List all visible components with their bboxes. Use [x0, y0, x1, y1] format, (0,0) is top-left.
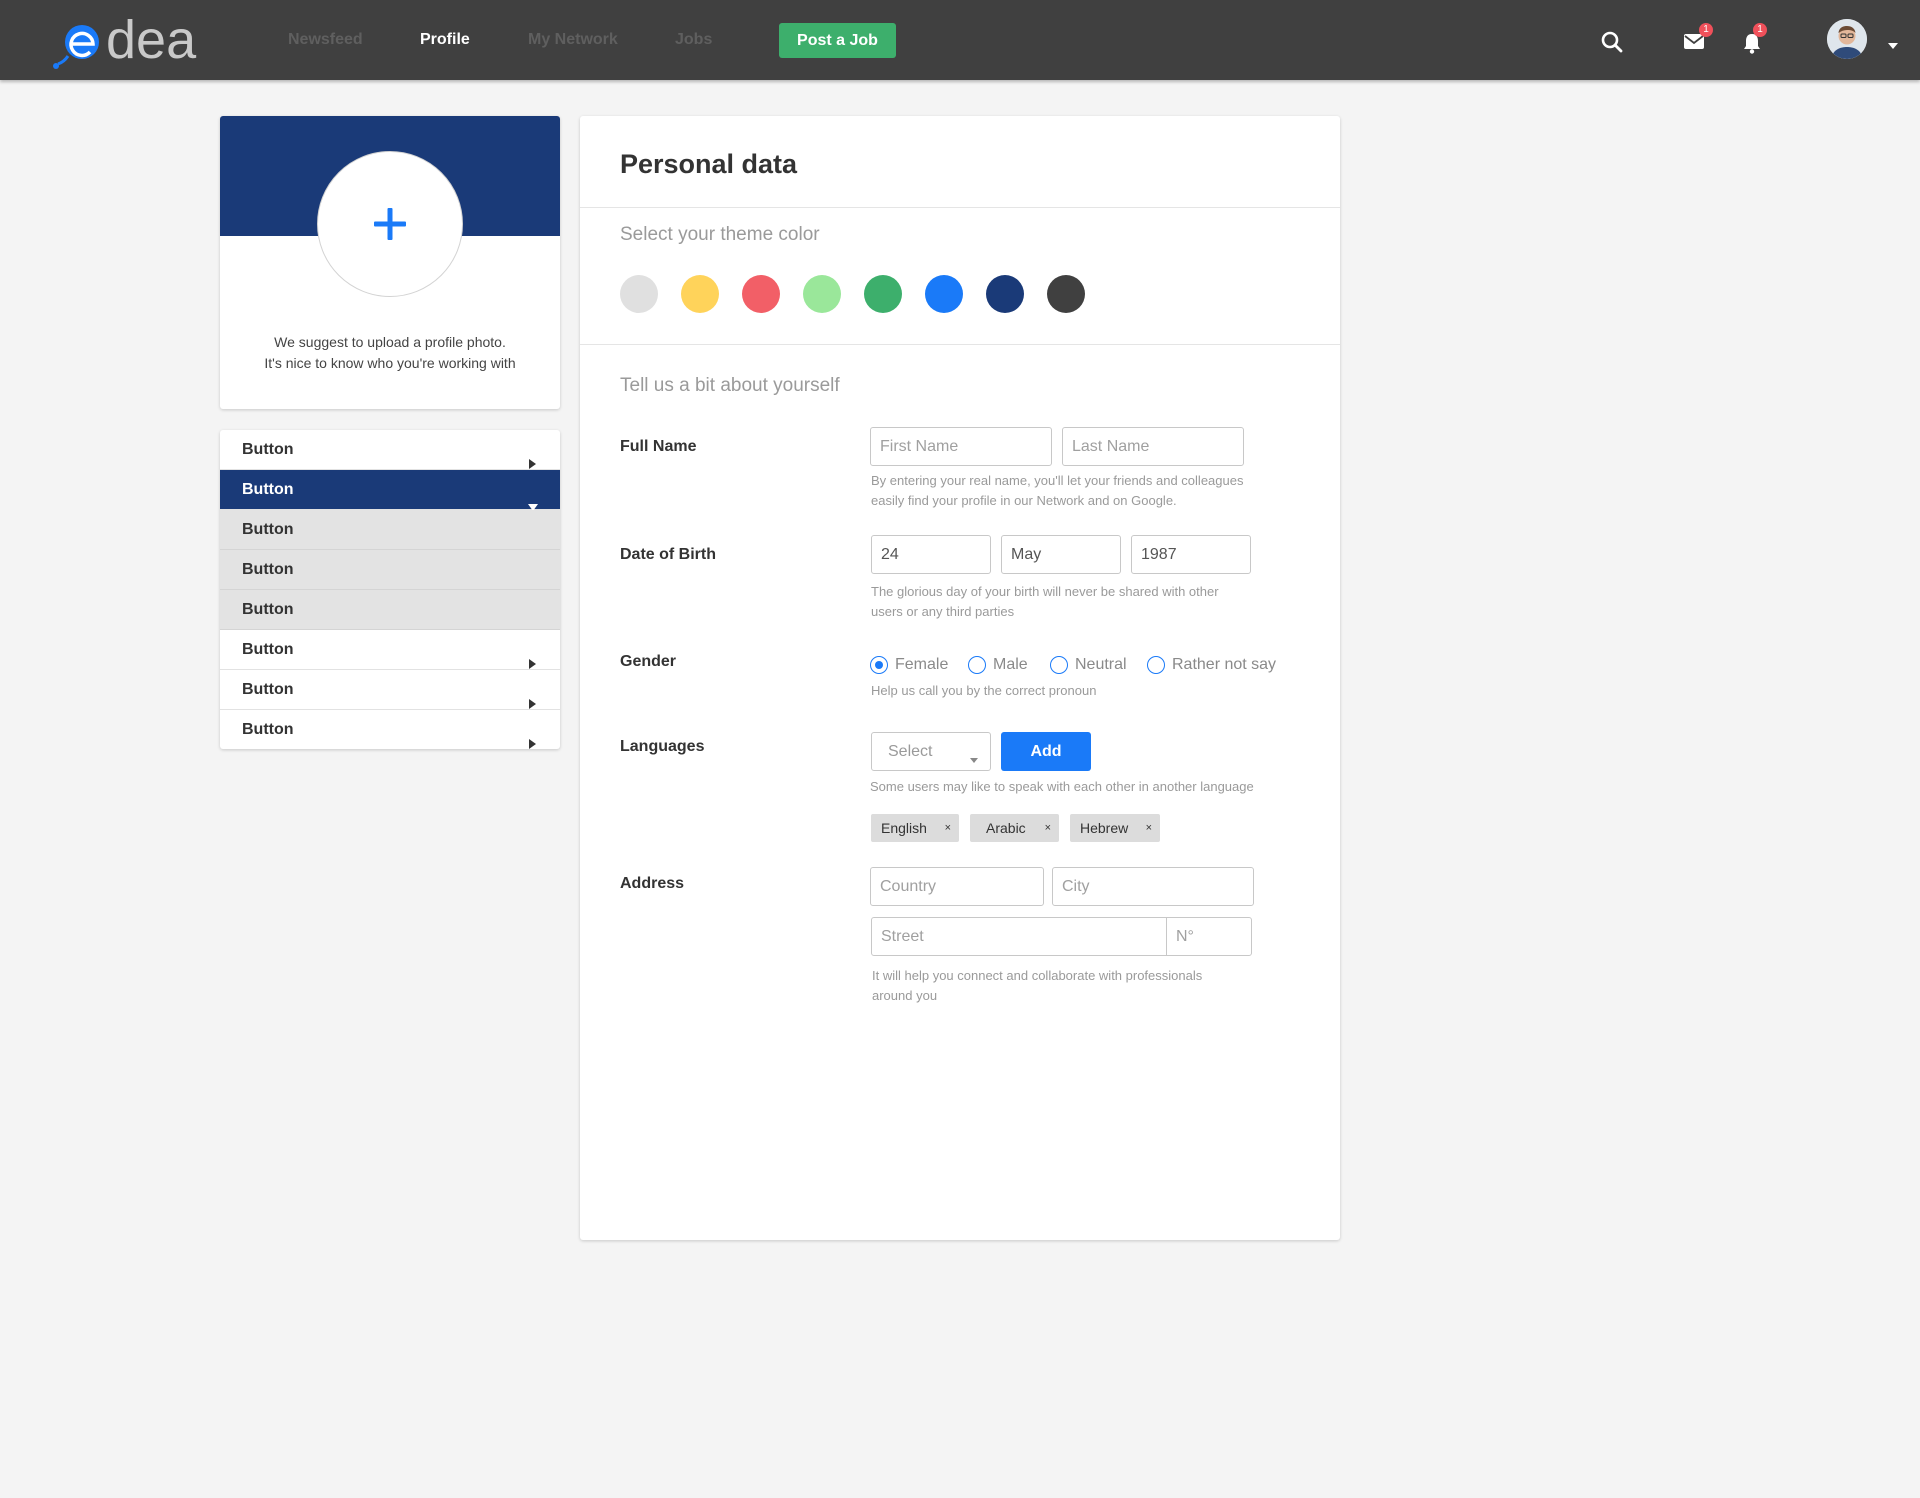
address-help-line-1: It will help you connect and collaborate… [872, 968, 1203, 983]
radio-icon [1050, 656, 1068, 674]
radio-dot [875, 661, 883, 669]
radio-label: Male [993, 656, 1028, 673]
edea-logo[interactable]: dea [52, 10, 222, 72]
about-section-title: Tell us a bit about yourself [620, 375, 840, 396]
profile-photo-card: We suggest to upload a profile photo. It… [220, 116, 560, 409]
radio-label: Rather not say [1172, 656, 1277, 673]
menu-item[interactable]: Button [220, 670, 560, 710]
menu-item-label: Button [242, 641, 294, 658]
page-title: Personal data [620, 149, 798, 179]
menu-item-label: Button [242, 481, 294, 498]
menu-item-label: Button [242, 601, 294, 618]
languages-label: Languages [620, 738, 705, 755]
user-avatar[interactable] [1827, 19, 1867, 59]
address-help-line-2: around you [872, 988, 938, 1003]
last-name-input[interactable] [1062, 427, 1244, 466]
side-menu: Button Button Button Button Button Butto… [220, 430, 560, 749]
radio-icon [968, 656, 986, 674]
dob-day-input[interactable] [871, 535, 991, 574]
street-number-input[interactable] [1166, 917, 1252, 956]
theme-color-blue[interactable] [925, 275, 963, 313]
dob-help: The glorious day of your birth will neve… [871, 582, 1219, 622]
nav-my-network[interactable]: My Network [528, 31, 618, 49]
dob-year-input[interactable] [1131, 535, 1251, 574]
radio-icon [1147, 656, 1165, 674]
svg-text:dea: dea [106, 10, 197, 70]
caret-down-icon[interactable] [1888, 36, 1898, 54]
street-input[interactable] [871, 917, 1167, 956]
remove-chip-icon[interactable]: × [1045, 814, 1051, 842]
gender-label: Gender [620, 653, 677, 670]
remove-chip-icon[interactable]: × [945, 814, 951, 842]
theme-color-navy[interactable] [986, 275, 1024, 313]
theme-color-light-gray[interactable] [620, 275, 658, 313]
dob-help-line-1: The glorious day of your birth will neve… [871, 584, 1219, 599]
radio-label: Neutral [1075, 656, 1127, 673]
menu-item[interactable]: Button [220, 710, 560, 749]
caret-down-icon [970, 750, 978, 768]
menu-item-label: Button [242, 561, 294, 578]
menu-item-label: Button [242, 521, 294, 538]
dob-help-line-2: users or any third parties [871, 604, 1015, 619]
gender-help: Help us call you by the correct pronoun [871, 683, 1097, 698]
photo-hint: We suggest to upload a profile photo. It… [220, 332, 560, 374]
plus-icon [370, 204, 410, 249]
menu-item-label: Button [242, 681, 294, 698]
dob-label: Date of Birth [620, 546, 716, 563]
theme-color-red[interactable] [742, 275, 780, 313]
bell-icon[interactable]: 1 [1742, 23, 1767, 54]
menu-item-label: Button [242, 441, 294, 458]
full-name-help: By entering your real name, you'll let y… [871, 471, 1243, 511]
language-chip-arabic: Arabic × [970, 814, 1059, 842]
chip-label: Arabic [986, 820, 1026, 836]
caret-right-icon [529, 725, 536, 749]
remove-chip-icon[interactable]: × [1146, 814, 1152, 842]
language-select[interactable]: Select [871, 732, 991, 771]
submenu-item[interactable]: Button [220, 510, 560, 550]
menu-item-label: Button [242, 721, 294, 738]
top-navbar: dea Newsfeed Profile My Network Jobs Pos… [0, 0, 1920, 80]
menu-item-expanded[interactable]: Button [220, 470, 560, 511]
first-name-input[interactable] [870, 427, 1052, 466]
add-language-button[interactable]: Add [1001, 732, 1091, 771]
language-chip-hebrew: Hebrew × [1070, 814, 1160, 842]
nav-newsfeed[interactable]: Newsfeed [288, 31, 363, 49]
dob-month-input[interactable] [1001, 535, 1121, 574]
language-select-value: Select [888, 743, 933, 760]
search-icon[interactable] [1601, 31, 1623, 53]
nav-jobs[interactable]: Jobs [675, 31, 712, 49]
photo-hint-line-2: It's nice to know who you're working wit… [264, 355, 516, 371]
mail-icon[interactable]: 1 [1683, 23, 1713, 52]
language-chip-english: English × [871, 814, 959, 842]
full-name-label: Full Name [620, 438, 697, 455]
bell-badge: 1 [1753, 23, 1767, 37]
languages-help: Some users may like to speak with each o… [870, 779, 1254, 794]
country-input[interactable] [870, 867, 1044, 906]
submenu-item[interactable]: Button [220, 550, 560, 590]
chip-label: English [881, 820, 927, 836]
theme-color-light-green[interactable] [803, 275, 841, 313]
theme-section-title: Select your theme color [620, 224, 820, 245]
submenu-item[interactable]: Button [220, 590, 560, 630]
theme-color-green[interactable] [864, 275, 902, 313]
menu-item[interactable]: Button [220, 630, 560, 670]
mail-badge: 1 [1699, 23, 1713, 37]
full-name-help-line-2: easily find your profile in our Network … [871, 493, 1177, 508]
photo-hint-line-1: We suggest to upload a profile photo. [274, 334, 506, 350]
address-label: Address [620, 875, 685, 892]
post-job-button[interactable]: Post a Job [779, 23, 896, 58]
address-help: It will help you connect and collaborate… [872, 966, 1202, 1006]
menu-item[interactable]: Button [220, 430, 560, 470]
nav-profile[interactable]: Profile [420, 31, 470, 49]
theme-color-yellow[interactable] [681, 275, 719, 313]
radio-label: Female [895, 656, 949, 673]
divider [580, 344, 1340, 345]
full-name-help-line-1: By entering your real name, you'll let y… [871, 473, 1244, 488]
divider [580, 207, 1340, 208]
upload-photo-button[interactable] [317, 151, 463, 297]
chip-label: Hebrew [1080, 820, 1129, 836]
city-input[interactable] [1052, 867, 1254, 906]
personal-data-card: Personal data Select your theme color Te… [580, 116, 1340, 1240]
theme-color-dark-gray[interactable] [1047, 275, 1085, 313]
